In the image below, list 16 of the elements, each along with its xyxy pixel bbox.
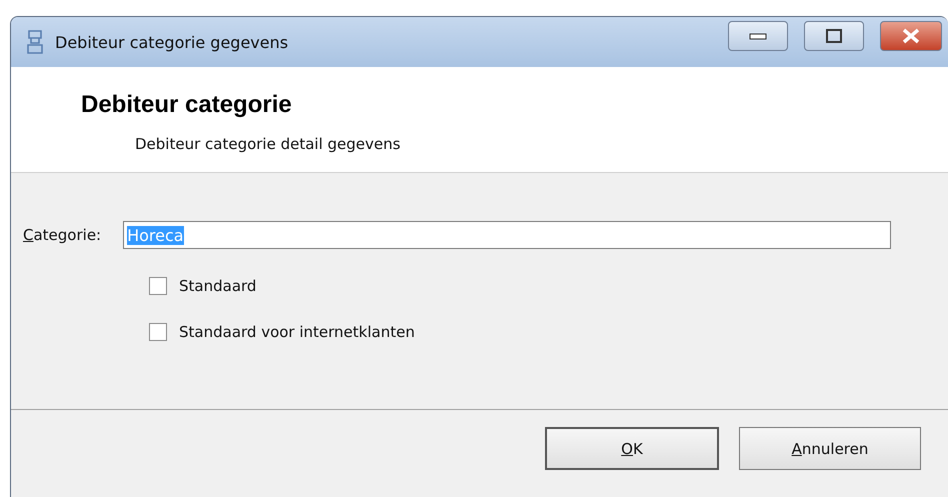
minimize-button[interactable] (728, 21, 788, 51)
close-button[interactable] (880, 21, 942, 51)
header-title: Debiteur categorie (81, 91, 293, 119)
minimize-icon (749, 32, 767, 40)
field-label: Categorie: (23, 226, 102, 244)
ok-button[interactable]: OK (545, 427, 719, 470)
header-subtitle: Debiteur categorie detail gegevens (135, 135, 402, 153)
maximize-button[interactable] (804, 21, 864, 51)
cancel-button[interactable]: Annuleren (739, 427, 921, 470)
close-icon (901, 28, 921, 44)
maximize-icon (826, 29, 842, 43)
checkbox-label: Standaard (179, 277, 256, 295)
checkbox[interactable] (149, 277, 167, 295)
checkbox[interactable] (149, 323, 167, 341)
window-title: Debiteur categorie gegevens (55, 32, 290, 52)
checkbox-label: Standaard voor internetklanten (179, 323, 415, 341)
